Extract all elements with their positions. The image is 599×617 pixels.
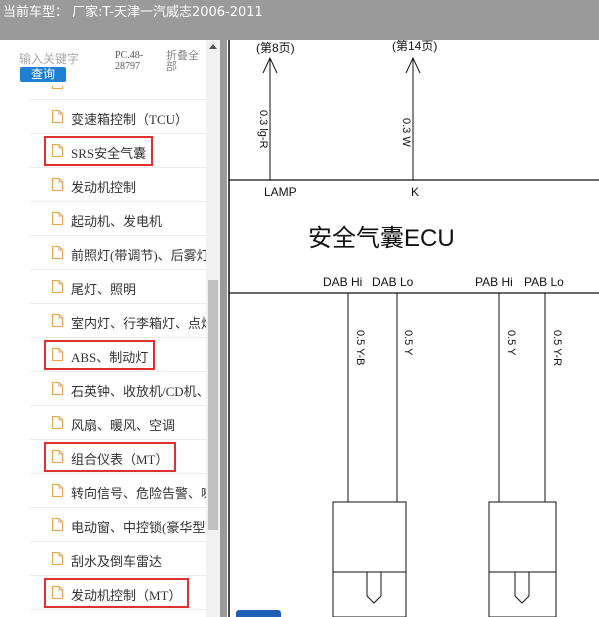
document-icon <box>52 484 63 497</box>
tree-item-label: 刮水及倒车雷达 <box>71 554 163 569</box>
wiring-diagram: (第8页) (第14页) 0.3 lg-R 0.3 W LAMP K 安全气囊E… <box>227 40 599 617</box>
wire-label-pab-hi: 0.5 Y <box>505 330 517 356</box>
ref-left: (第8页) <box>256 41 295 55</box>
tree-item-label: 尾灯、照明 <box>71 282 137 297</box>
query-button[interactable]: 查询 <box>20 67 66 82</box>
tree-item-label: 风扇、暖风、空调 <box>71 418 176 433</box>
document-icon <box>52 416 63 429</box>
app-window: 当前车型： 厂家:T-天津一汽威志2006-2011 查询 PC.48-2879… <box>0 0 599 617</box>
model-code: PC.48-28797 <box>115 50 144 72</box>
tree-item[interactable]: 刮水及倒车雷达 <box>30 542 206 576</box>
tree-item[interactable]: 起动机、发电机 <box>30 202 206 236</box>
scroll-thumb[interactable] <box>208 280 218 530</box>
pin-lamp: LAMP <box>264 185 297 199</box>
highlight-box <box>44 442 176 472</box>
highlight-box <box>44 136 154 166</box>
document-icon <box>52 314 63 327</box>
tree-item[interactable]: 转向信号、危险告警、喇叭 <box>30 474 206 508</box>
pin-dab-lo: DAB Lo <box>372 275 414 289</box>
tree-item-label: 前照灯(带调节)、后雾灯 <box>71 248 206 263</box>
wire-label-lamp: 0.3 lg-R <box>257 110 269 149</box>
wire-label-dab-lo: 0.5 Y <box>402 330 414 356</box>
left-panel: 查询 PC.48-28797 折叠全部 防盗系统、位置变速箱控制（TCU）SRS… <box>0 40 226 617</box>
search-area: 查询 PC.48-28797 折叠全部 <box>0 40 226 86</box>
diagram-canvas: (第8页) (第14页) 0.3 lg-R 0.3 W LAMP K 安全气囊E… <box>228 40 599 617</box>
tree-item[interactable]: 风扇、暖风、空调 <box>30 406 206 440</box>
wire-label-pab-lo: 0.5 Y-R <box>551 330 563 366</box>
tree-item[interactable]: 前照灯(带调节)、后雾灯 <box>30 236 206 270</box>
panel-divider[interactable] <box>220 40 227 617</box>
top-bar: 当前车型： 厂家:T-天津一汽威志2006-2011 <box>0 0 599 40</box>
tree-item[interactable]: 防盗系统、位置 <box>30 86 206 100</box>
document-icon <box>52 518 63 531</box>
wire-label-dab-hi: 0.5 Y-B <box>354 330 366 365</box>
pin-pab-hi: PAB Hi <box>475 275 513 289</box>
document-icon <box>52 552 63 565</box>
scroll-up-arrow-icon[interactable] <box>209 44 217 49</box>
tree-item-label: 发动机控制 <box>71 180 137 195</box>
wire-label-k: 0.3 W <box>400 118 412 147</box>
pin-k: K <box>411 185 419 199</box>
tree-item-label: 电动窗、中控锁(豪华型) <box>71 520 206 535</box>
document-icon <box>52 86 63 89</box>
tree-item-label: 室内灯、行李箱灯、点烟器 <box>71 316 206 331</box>
highlight-box <box>44 340 156 370</box>
tree-item-label: 转向信号、危险告警、喇叭 <box>71 486 206 501</box>
tree-item[interactable]: 尾灯、照明 <box>30 270 206 304</box>
search-input[interactable] <box>19 51 114 67</box>
page-tab[interactable] <box>236 610 281 617</box>
tree-item[interactable]: 电动窗、中控锁(豪华型) <box>30 508 206 542</box>
tree-item[interactable]: 变速箱控制（TCU） <box>30 100 206 134</box>
tree-item-label: 石英钟、收放机/CD机、 <box>71 384 206 399</box>
document-icon <box>52 246 63 259</box>
highlight-box <box>44 578 189 608</box>
ecu-title: 安全气囊ECU <box>308 225 455 252</box>
tree-item-label: 变速箱控制（TCU） <box>71 112 189 127</box>
tree-item[interactable]: 室内灯、行李箱灯、点烟器 <box>30 304 206 338</box>
ref-right: (第14页) <box>392 40 437 53</box>
document-icon <box>52 110 63 123</box>
document-icon <box>52 382 63 395</box>
document-icon <box>52 212 63 225</box>
document-icon <box>52 178 63 191</box>
collapse-all-button[interactable]: 折叠全部 <box>166 50 206 72</box>
current-model-title: 当前车型： 厂家:T-天津一汽威志2006-2011 <box>3 5 263 20</box>
tree-item[interactable]: 发动机控制 <box>30 168 206 202</box>
document-icon <box>52 280 63 293</box>
tree-item[interactable]: 石英钟、收放机/CD机、 <box>30 372 206 406</box>
tree-item-label: 起动机、发电机 <box>71 214 163 229</box>
pin-pab-lo: PAB Lo <box>524 275 564 289</box>
tree-scrollbar[interactable] <box>206 40 220 617</box>
pin-dab-hi: DAB Hi <box>323 275 362 289</box>
circuit-tree: 防盗系统、位置变速箱控制（TCU）SRS安全气囊发动机控制起动机、发电机前照灯(… <box>0 86 206 617</box>
